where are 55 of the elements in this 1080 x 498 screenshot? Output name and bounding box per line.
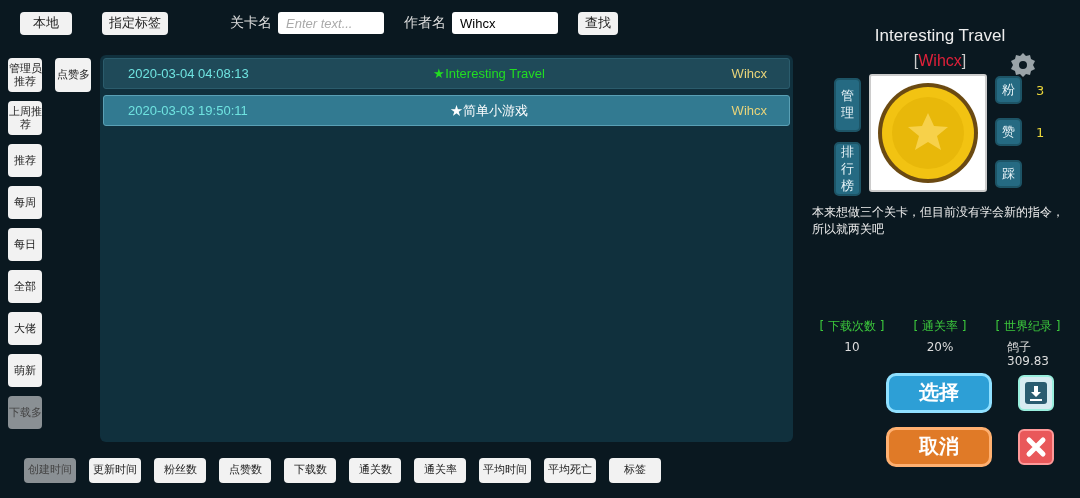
level-title: ★Interesting Travel bbox=[432, 66, 546, 81]
level-title-heading: Interesting Travel bbox=[874, 26, 1006, 46]
close-button[interactable] bbox=[1018, 428, 1054, 465]
filter-button[interactable]: 推荐 bbox=[8, 144, 42, 177]
filter-button[interactable]: 大佬 bbox=[8, 312, 42, 345]
reaction-count: 1 bbox=[1036, 124, 1046, 140]
reaction-count: 3 bbox=[1036, 82, 1046, 98]
reaction-button[interactable]: 粉 bbox=[995, 76, 1022, 104]
stat-label: [ 世界纪录 ] bbox=[995, 317, 1061, 335]
author-name-field[interactable]: Wihcx bbox=[452, 12, 558, 34]
level-row[interactable]: 2020-03-04 04:08:13 ★Interesting Travel Wihcx bbox=[103, 58, 790, 89]
close-icon bbox=[1025, 435, 1047, 458]
star-coin-icon bbox=[876, 81, 980, 185]
author-name: [Wihcx] bbox=[913, 52, 967, 70]
sort-button[interactable]: 通关数 bbox=[349, 457, 401, 483]
level-title: ★简单小游戏 bbox=[449, 101, 529, 120]
author-name-label: 作者名 bbox=[404, 14, 446, 32]
sort-button[interactable]: 通关率 bbox=[414, 457, 466, 483]
download-button[interactable] bbox=[1018, 374, 1054, 411]
sort-button[interactable]: 更新时间 bbox=[89, 457, 141, 483]
stat-value: 20% bbox=[926, 339, 954, 355]
tag-button[interactable]: 指定标签 bbox=[102, 11, 168, 35]
level-row[interactable]: 2020-03-03 19:50:11 ★简单小游戏 Wihcx bbox=[103, 95, 790, 126]
filter-button[interactable]: 点赞多 bbox=[55, 58, 91, 92]
filter-button[interactable]: 上周推荐 bbox=[8, 101, 42, 135]
sort-button[interactable]: 下载数 bbox=[284, 457, 336, 483]
filter-button[interactable]: 全部 bbox=[8, 270, 42, 303]
filter-button[interactable]: 每周 bbox=[8, 186, 42, 219]
sort-button[interactable]: 点赞数 bbox=[219, 457, 271, 483]
filter-button[interactable]: 管理员推荐 bbox=[8, 58, 42, 92]
level-author: Wihcx bbox=[730, 66, 768, 81]
level-author: Wihcx bbox=[730, 103, 768, 118]
sort-button[interactable]: 平均时间 bbox=[479, 457, 531, 483]
filter-button[interactable]: 每日 bbox=[8, 228, 42, 261]
stat-label: [ 下载次数 ] bbox=[819, 317, 885, 335]
sort-button[interactable]: 标签 bbox=[609, 457, 661, 483]
stat-value: 10 bbox=[844, 339, 860, 355]
search-button[interactable]: 查找 bbox=[578, 11, 618, 35]
level-time: 2020-03-04 04:08:13 bbox=[127, 66, 250, 81]
sort-button[interactable]: 粉丝数 bbox=[154, 457, 206, 483]
download-icon bbox=[1024, 380, 1048, 405]
level-name-label: 关卡名 bbox=[230, 14, 272, 32]
level-time: 2020-03-03 19:50:11 bbox=[127, 103, 249, 118]
sort-button[interactable]: 平均死亡 bbox=[544, 457, 596, 483]
level-description: 本来想做三个关卡，但目前没有学会新的指令，所以就两关吧 bbox=[812, 204, 1065, 239]
stat-value: 鸽子 309.83 bbox=[1007, 339, 1049, 369]
reaction-button[interactable]: 踩 bbox=[995, 160, 1022, 188]
reaction-button[interactable]: 赞 bbox=[995, 118, 1022, 146]
level-name-field[interactable]: Enter text... bbox=[278, 12, 384, 34]
leaderboard-button[interactable]: 排行榜 bbox=[834, 142, 861, 196]
filter-button[interactable]: 萌新 bbox=[8, 354, 42, 387]
settings-icon[interactable] bbox=[1010, 52, 1036, 78]
manage-button[interactable]: 管理 bbox=[834, 78, 861, 132]
stat-label: [ 通关率 ] bbox=[913, 317, 967, 335]
local-button[interactable]: 本地 bbox=[20, 11, 72, 35]
